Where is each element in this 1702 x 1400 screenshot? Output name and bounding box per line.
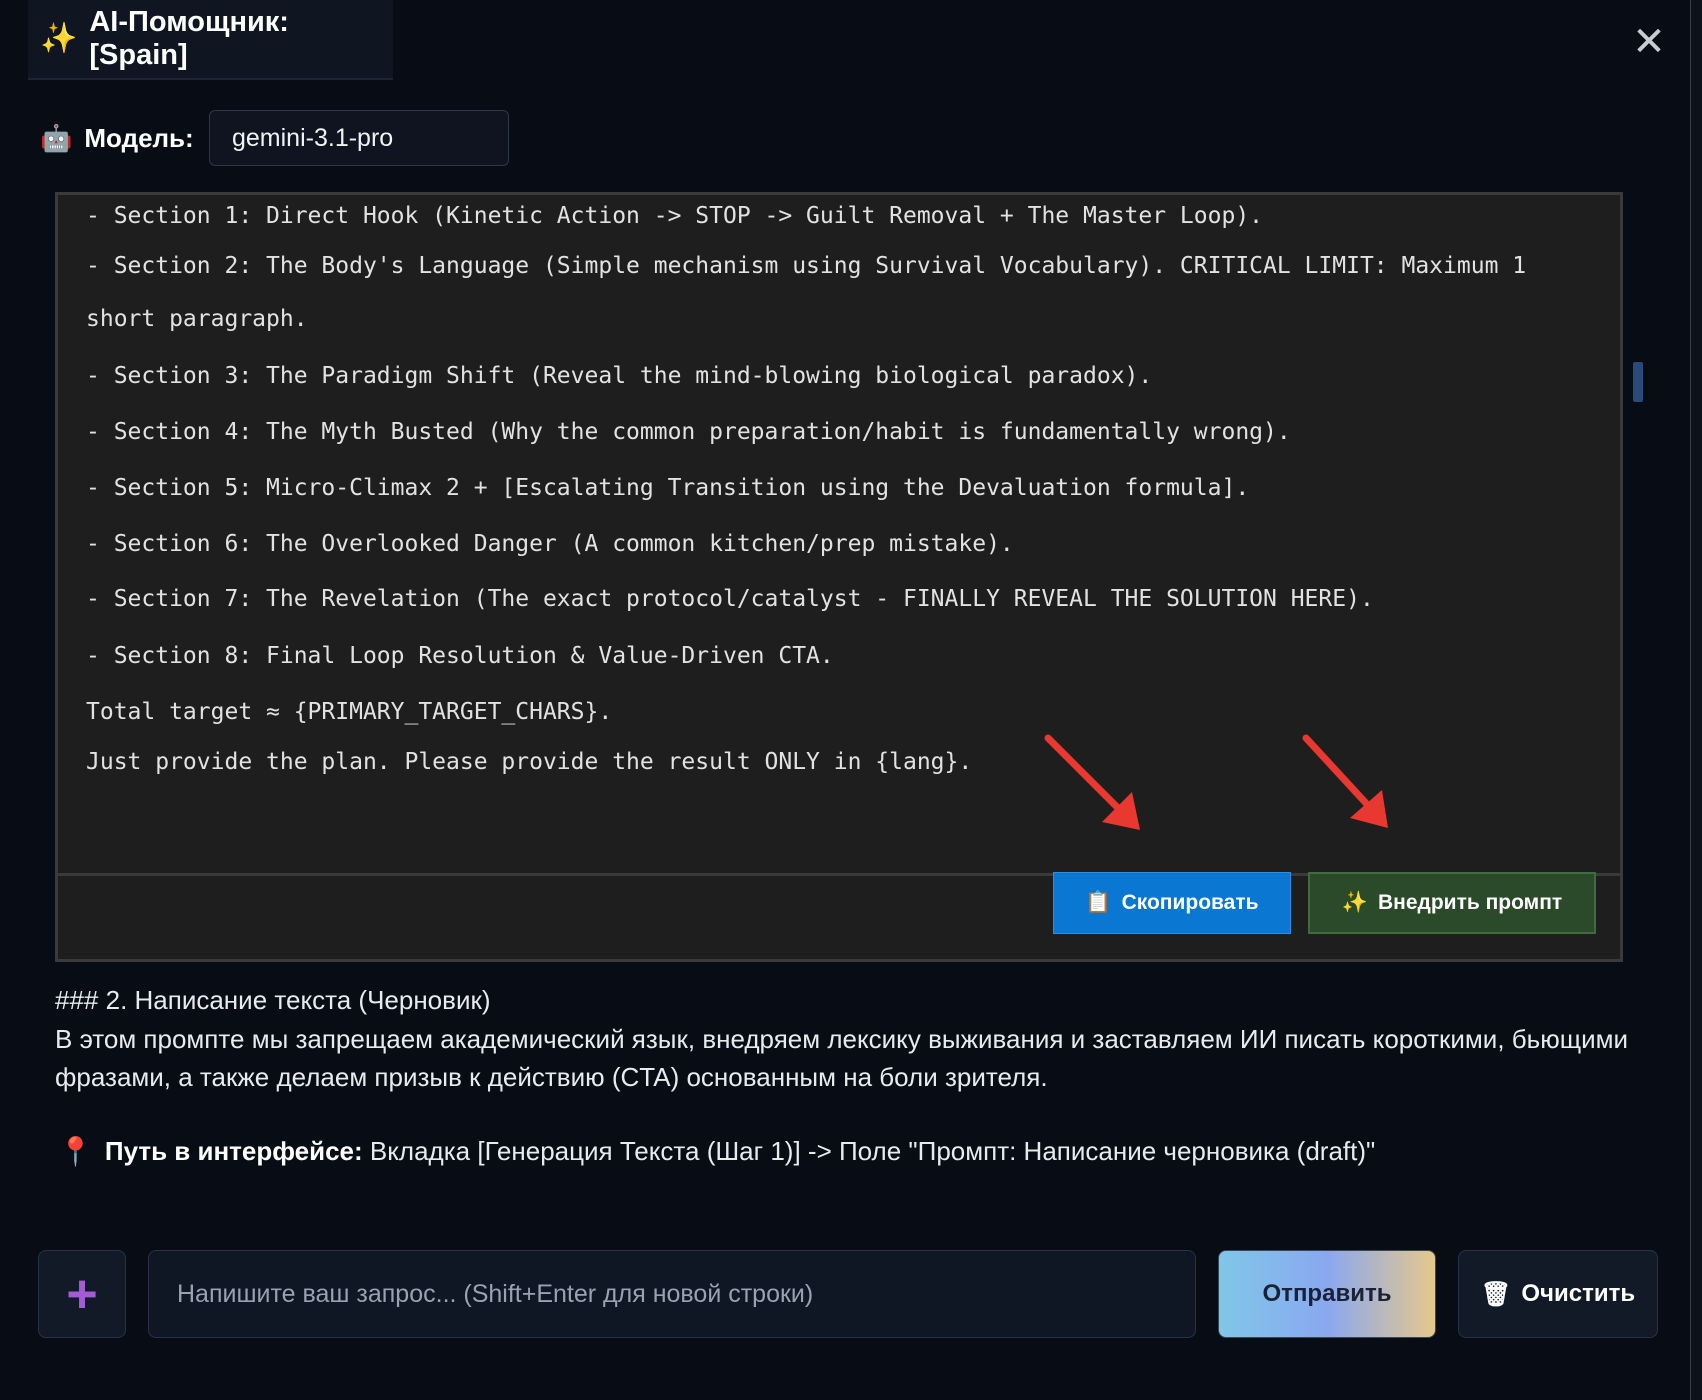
code-line: - Section 6: The Overlooked Danger (A co… — [86, 531, 1014, 557]
code-line: - Section 7: The Revelation (The exact p… — [86, 586, 1374, 612]
code-line: - Section 8: Final Loop Resolution & Val… — [86, 643, 834, 669]
ai-assistant-dialog: ✨ AI-Помощник: [Spain] ✕ 🤖 Модель: gemin… — [0, 0, 1702, 1400]
send-button[interactable]: Отправить — [1218, 1250, 1436, 1338]
clipboard-icon: 📋 — [1085, 891, 1112, 914]
close-button[interactable]: ✕ — [1627, 20, 1671, 64]
scrollbar-thumb[interactable] — [1633, 362, 1643, 402]
dialog-title: AI-Помощник: [Spain] — [89, 6, 289, 71]
attach-button[interactable]: + — [38, 1250, 126, 1338]
path-value: Вкладка [Генерация Текста (Шаг 1)] -> По… — [369, 1136, 1376, 1166]
pin-icon: 📍 — [58, 1136, 93, 1167]
copy-button[interactable]: 📋 Скопировать — [1053, 872, 1291, 934]
clear-button-label: Очистить — [1521, 1280, 1636, 1307]
model-select[interactable]: gemini-3.1-pro — [209, 110, 509, 166]
trash-icon: 🗑 — [1480, 1280, 1512, 1308]
sparkle-icon: ✨ — [1341, 891, 1368, 914]
code-line: - Section 4: The Myth Busted (Why the co… — [86, 419, 1291, 445]
prompt-code-block: - Section 1: Direct Hook (Kinetic Action… — [55, 192, 1623, 962]
chat-input[interactable] — [148, 1250, 1196, 1338]
robot-icon: 🤖 — [40, 122, 73, 153]
dialog-header: ✨ AI-Помощник: [Spain] — [28, 0, 393, 80]
section-paragraph: В этом промпте мы запрещаем академически… — [55, 1024, 1629, 1092]
interface-path: 📍 Путь в интерфейсе: Вкладка [Генерация … — [58, 1135, 1375, 1168]
model-select-value: gemini-3.1-pro — [232, 123, 394, 152]
close-icon: ✕ — [1632, 20, 1666, 64]
code-line: - Section 5: Micro-Climax 2 + [Escalatin… — [86, 475, 1250, 501]
model-row: 🤖 Модель: — [40, 110, 194, 166]
code-line: - Section 3: The Paradigm Shift (Reveal … — [86, 363, 1153, 389]
model-label: Модель: — [84, 122, 194, 153]
code-line: - Section 2: The Body's Language (Simple… — [86, 253, 1527, 279]
clear-button[interactable]: 🗑 Очистить — [1458, 1250, 1658, 1338]
annotation-arrow-copy — [1044, 734, 1140, 830]
sparkle-icon: ✨ — [40, 22, 78, 55]
section-heading: ### 2. Написание текста (Черновик) — [55, 985, 491, 1015]
path-label: Путь в интерфейсе: — [104, 1136, 363, 1166]
background-window-edge — [1690, 0, 1702, 1400]
annotation-arrow-inject — [1302, 734, 1388, 828]
copy-button-label: Скопировать — [1121, 891, 1259, 914]
code-line: short paragraph. — [86, 306, 308, 332]
code-line: Total target ≈ {PRIMARY_TARGET_CHARS}. — [86, 699, 613, 725]
send-button-label: Отправить — [1262, 1280, 1392, 1307]
inject-button-label: Внедрить промпт — [1377, 891, 1563, 914]
inject-prompt-button[interactable]: ✨ Внедрить промпт — [1308, 872, 1596, 934]
plus-icon: + — [66, 1264, 98, 1324]
code-line: - Section 1: Direct Hook (Kinetic Action… — [86, 203, 1264, 229]
code-line: Just provide the plan. Please provide th… — [86, 749, 973, 775]
